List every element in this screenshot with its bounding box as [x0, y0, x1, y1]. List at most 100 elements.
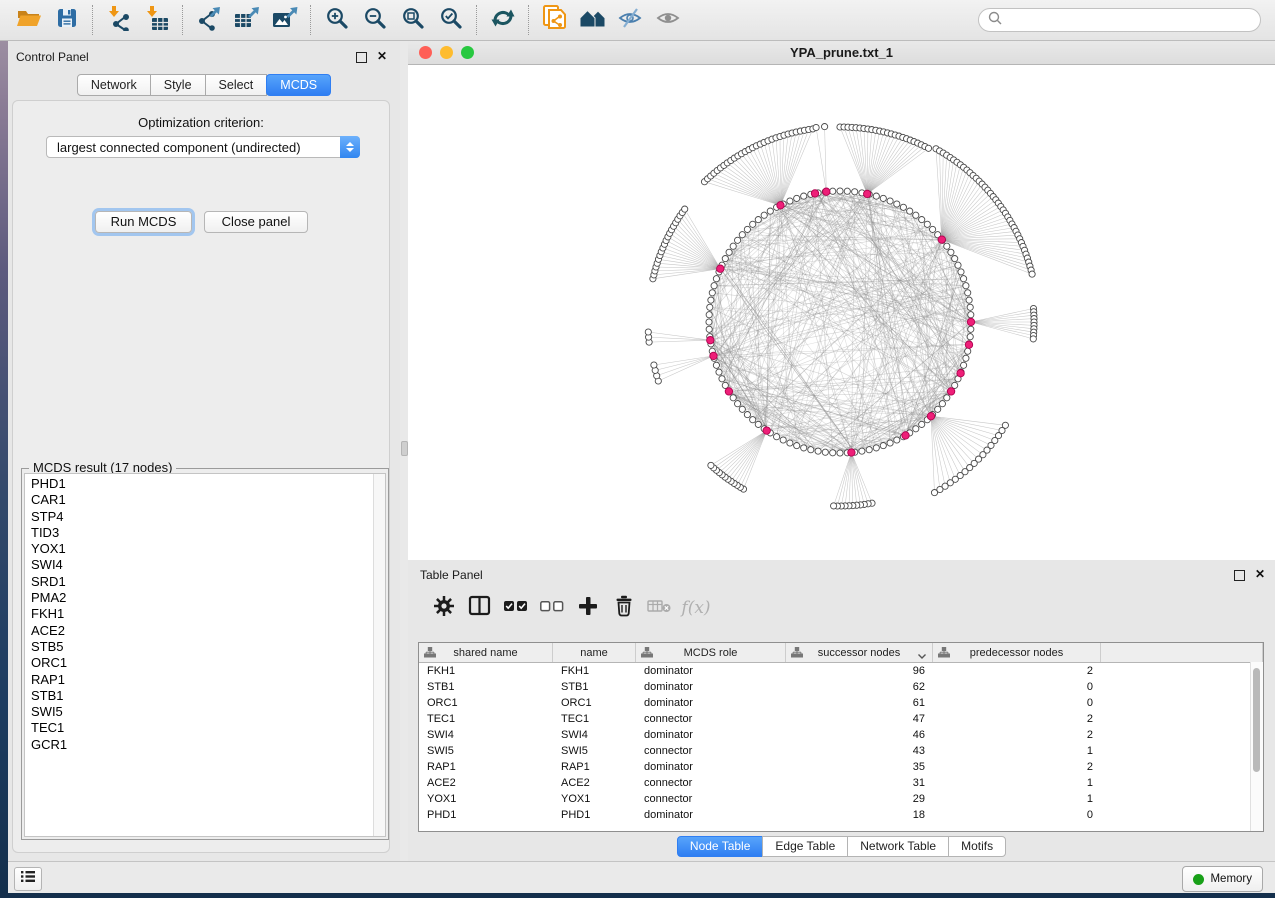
table-row[interactable]: ORC1ORC1dominator610 [419, 695, 1263, 711]
show-all-button[interactable] [650, 3, 688, 37]
column-header-shared-name[interactable]: shared name [419, 643, 553, 662]
splitter-grip[interactable] [401, 441, 408, 456]
open-session-button[interactable] [10, 3, 48, 37]
mcds-result-item[interactable]: STP4 [25, 509, 373, 525]
table-cell: dominator [636, 807, 786, 823]
mcds-result-item[interactable]: TID3 [25, 525, 373, 541]
network-window: YPA_prune.txt_1 [408, 41, 1275, 560]
node-table-header: shared namenameMCDS rolesuccessor nodesp… [419, 643, 1263, 663]
tab-motifs[interactable]: Motifs [948, 836, 1006, 857]
table-row[interactable]: SWI5SWI5connector431 [419, 743, 1263, 759]
table-row[interactable]: FKH1FKH1dominator962 [419, 663, 1263, 679]
mcds-result-list[interactable]: PHD1CAR1STP4TID3YOX1SWI4SRD1PMA2FKH1ACE2… [24, 473, 386, 837]
toolbar-separator [310, 5, 312, 35]
mcds-result-item[interactable]: TEC1 [25, 720, 373, 736]
table-row[interactable]: RAP1RAP1dominator352 [419, 759, 1263, 775]
save-session-button[interactable] [48, 3, 86, 37]
table-row[interactable]: ACE2ACE2connector311 [419, 775, 1263, 791]
zoom-fit-button[interactable] [394, 3, 432, 37]
table-cell-filler [1101, 743, 1263, 759]
mcds-result-item[interactable]: RAP1 [25, 672, 373, 688]
table-cell: FKH1 [419, 663, 553, 679]
table-panel-tabs: Node TableEdge TableNetwork TableMotifs [408, 836, 1275, 857]
column-header-name[interactable]: name [553, 643, 636, 662]
deselect-all-button[interactable] [534, 594, 570, 622]
tab-style[interactable]: Style [150, 74, 206, 96]
network-canvas[interactable] [408, 65, 1275, 561]
table-panel-header: Table Panel ✕ [408, 560, 1275, 588]
table-cell: SWI5 [553, 743, 636, 759]
first-neighbors-button[interactable] [574, 3, 612, 37]
close-panel-icon[interactable]: ✕ [377, 49, 387, 63]
control-panel-tabs: NetworkStyleSelectMCDS [8, 74, 400, 96]
table-row[interactable]: SWI4SWI4dominator462 [419, 727, 1263, 743]
import-table-button[interactable] [138, 3, 176, 37]
table-row[interactable]: STB1STB1dominator620 [419, 679, 1263, 695]
search-field[interactable] [978, 8, 1261, 32]
delete-column-button[interactable] [606, 594, 642, 622]
hide-selected-button[interactable] [612, 3, 650, 37]
export-image-button[interactable] [266, 3, 304, 37]
mcds-result-item[interactable]: STB5 [25, 639, 373, 655]
close-panel-button[interactable]: Close panel [204, 211, 308, 233]
mcds-result-item[interactable]: SWI4 [25, 557, 373, 573]
mcds-result-item[interactable]: PHD1 [25, 476, 373, 492]
tab-edge-table[interactable]: Edge Table [762, 836, 848, 857]
run-mcds-button[interactable]: Run MCDS [95, 211, 192, 233]
select-all-button[interactable] [498, 594, 534, 622]
show-panel-list-button[interactable] [14, 867, 42, 891]
mcds-result-item[interactable]: PMA2 [25, 590, 373, 606]
mcds-result-item[interactable]: FKH1 [25, 606, 373, 622]
duplicate-network-button[interactable] [536, 3, 574, 37]
mcds-result-item[interactable]: SRD1 [25, 574, 373, 590]
zoom-selected-button[interactable] [432, 3, 470, 37]
tab-mcds[interactable]: MCDS [266, 74, 331, 96]
column-header-MCDS-role[interactable]: MCDS role [636, 643, 786, 662]
select-stepper-icon [340, 136, 360, 158]
apply-layout-button[interactable] [484, 3, 522, 37]
search-input[interactable] [1003, 12, 1237, 28]
control-panel-title: Control Panel [16, 50, 89, 64]
mcds-result-item[interactable]: ORC1 [25, 655, 373, 671]
show-columns-button[interactable] [462, 594, 498, 622]
export-table-button[interactable] [228, 3, 266, 37]
table-cell: 47 [786, 711, 933, 727]
table-cell: SWI4 [553, 727, 636, 743]
import-network-button[interactable] [100, 3, 138, 37]
mcds-result-item[interactable]: YOX1 [25, 541, 373, 557]
table-row[interactable]: TEC1TEC1connector472 [419, 711, 1263, 727]
trash-icon [614, 595, 634, 622]
mcds-result-item[interactable]: CAR1 [25, 492, 373, 508]
mcds-result-item[interactable]: ACE2 [25, 623, 373, 639]
memory-button[interactable]: Memory [1182, 866, 1263, 892]
create-column-button[interactable] [570, 594, 606, 622]
optimization-criterion-select[interactable]: largest connected component (undirected) [46, 136, 360, 158]
zoom-out-button[interactable] [356, 3, 394, 37]
float-window-icon[interactable] [356, 52, 367, 63]
node-table[interactable]: shared namenameMCDS rolesuccessor nodesp… [418, 642, 1264, 832]
table-row[interactable]: PHD1PHD1dominator180 [419, 807, 1263, 823]
table-cell: connector [636, 743, 786, 759]
sort-chevron-icon [918, 650, 926, 662]
mcds-result-item[interactable]: SWI5 [25, 704, 373, 720]
column-header-predecessor-nodes[interactable]: predecessor nodes [933, 643, 1101, 662]
table-scrollbar[interactable] [1250, 662, 1263, 831]
close-panel-icon[interactable]: ✕ [1255, 567, 1265, 581]
mcds-result-item[interactable]: GCR1 [25, 737, 373, 753]
table-scrollbar-thumb[interactable] [1253, 668, 1260, 772]
plus-icon [578, 596, 598, 621]
tab-select[interactable]: Select [205, 74, 268, 96]
table-settings-button[interactable] [426, 594, 462, 622]
shared-column-icon [938, 647, 950, 661]
zoom-in-button[interactable] [318, 3, 356, 37]
mcds-result-item[interactable]: STB1 [25, 688, 373, 704]
column-header-successor-nodes[interactable]: successor nodes [786, 643, 933, 662]
table-cell: TEC1 [553, 711, 636, 727]
tab-network-table[interactable]: Network Table [847, 836, 949, 857]
tab-node-table[interactable]: Node Table [677, 836, 764, 857]
table-row[interactable]: YOX1YOX1connector291 [419, 791, 1263, 807]
export-network-button[interactable] [190, 3, 228, 37]
float-window-icon[interactable] [1234, 570, 1245, 581]
mcds-list-scrollbar[interactable] [373, 474, 385, 836]
tab-network[interactable]: Network [77, 74, 151, 96]
